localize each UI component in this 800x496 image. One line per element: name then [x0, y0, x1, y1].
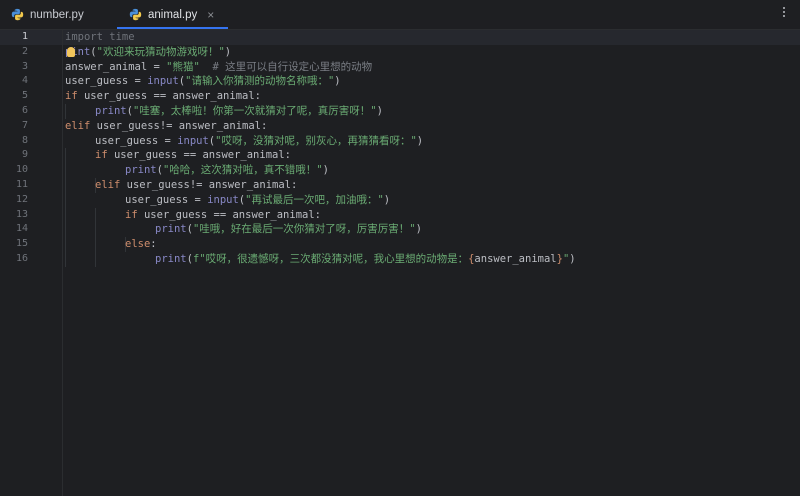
string-literal: "哎呀，没猜对呢，别灰心，再猜猜看呀：" [215, 134, 417, 147]
code-line-3[interactable]: answer_animal = "熊猫" # 这里可以自行设定心里想的动物 [65, 60, 372, 75]
code-line-8[interactable]: user_guess = input("哎呀，没猜对呢，别灰心，再猜猜看呀：") [95, 134, 423, 149]
paren: ) [224, 45, 232, 58]
line-number: 16 [15, 253, 28, 264]
code-line-5[interactable]: if user_guess == answer_animal: [65, 89, 261, 104]
editor-tab-bar: number.py animal.py × [0, 0, 800, 30]
code-line-1[interactable]: import time [65, 30, 135, 45]
tab-label: animal.py [148, 8, 198, 21]
string-literal: "请输入你猜测的动物名称哦：" [185, 75, 335, 88]
tab-animal-py[interactable]: animal.py × [117, 0, 229, 29]
code-line-2[interactable]: pint("欢迎来玩猜动物游戏呀！") [65, 45, 231, 60]
string-literal: "哇哦，好在最后一次你猜对了呀，厉害厉害！" [192, 223, 416, 236]
code-line-16[interactable]: print(f"哎呀，很遗憾呀，三次都没猜对呢，我心里想的动物是：{answer… [155, 252, 576, 267]
paren: ) [415, 223, 422, 236]
close-tab-icon[interactable]: × [207, 8, 214, 22]
code-line-6[interactable]: print("哇塞，太棒啦！你第一次就猜对了呢，真厉害呀！") [95, 104, 383, 119]
code-line-12[interactable]: user_guess = input("再试最后一次吧，加油哦：") [125, 193, 390, 208]
builtin: print [155, 223, 187, 236]
builtin: input [177, 134, 209, 147]
line-number: 1 [21, 31, 28, 42]
line-number: 7 [21, 119, 28, 131]
builtin: print [125, 164, 157, 177]
indent-guide [65, 104, 66, 119]
line-number: 4 [21, 75, 28, 87]
condition: user_guess!= answer_animal: [90, 119, 268, 132]
assignment: user_guess = [125, 193, 208, 206]
assignment: user_guess = [65, 75, 148, 88]
line-number: 3 [21, 60, 28, 72]
string-literal: "熊猫" [166, 60, 200, 73]
line-number-gutter[interactable]: 1 2 3 4 5 6 7 8 9 10 11 12 13 14 15 16 [0, 30, 63, 496]
keyword: elif [65, 119, 91, 132]
assignment: user_guess = [95, 134, 178, 147]
code-line-10[interactable]: print("哈哈，这次猜对啦，真不错哦！") [125, 163, 329, 178]
line-number: 12 [15, 193, 28, 205]
keyword: else [125, 238, 151, 251]
string-literal: "哈哈，这次猜对啦，真不错哦！" [162, 164, 323, 177]
more-options-icon[interactable] [783, 7, 786, 19]
builtin: print [155, 253, 187, 265]
fstring-expression: answer_animal [474, 253, 557, 265]
code-line-13[interactable]: if user_guess == answer_animal: [125, 208, 321, 223]
paren: ) [322, 164, 329, 177]
tab-number-py[interactable]: number.py [11, 0, 84, 29]
keyword: elif [95, 179, 121, 191]
condition: user_guess == answer_animal: [77, 90, 261, 103]
line-number: 14 [15, 223, 28, 235]
fstring-literal: f"哎呀，很遗憾呀，三次都没猜对呢，我心里想的动物是： [192, 253, 469, 265]
line-number: 5 [21, 90, 28, 102]
lightbulb-icon[interactable] [67, 46, 76, 57]
keyword: if [95, 149, 108, 162]
code-line-14[interactable]: print("哇哦，好在最后一次你猜对了呀，厉害厉害！") [155, 222, 422, 237]
line-number: 11 [15, 179, 28, 190]
python-file-icon [129, 8, 142, 21]
paren: ) [376, 105, 383, 117]
code-line-4[interactable]: user_guess = input("请输入你猜测的动物名称哦：") [65, 74, 341, 89]
builtin: input [147, 75, 179, 88]
string-literal: "再试最后一次吧，加油哦：" [245, 193, 384, 206]
line-number: 8 [21, 134, 28, 146]
indent-guide [95, 207, 96, 267]
code-line-15[interactable]: else: [125, 237, 157, 252]
line-number: 6 [21, 105, 28, 116]
condition: user_guess == answer_animal: [107, 149, 291, 162]
keyword: if [125, 208, 138, 221]
tab-label: number.py [30, 8, 84, 21]
paren: ) [383, 193, 391, 206]
code-line-11[interactable]: elif user_guess!= answer_animal: [95, 178, 297, 193]
condition: user_guess!= answer_animal: [120, 179, 298, 191]
paren: ) [334, 75, 341, 88]
indent-guide [65, 148, 66, 267]
code-editor[interactable]: 1 2 3 4 5 6 7 8 9 10 11 12 13 14 15 16 i… [0, 30, 800, 496]
code-line-9[interactable]: if user_guess == answer_animal: [95, 148, 291, 163]
keyword: if [65, 90, 78, 103]
condition: user_guess == answer_animal: [137, 208, 321, 221]
comment: # 这里可以自行设定心里想的动物 [199, 60, 373, 73]
line-number: 15 [15, 238, 28, 250]
builtin: print [95, 105, 127, 117]
import-statement: import time [65, 31, 135, 43]
line-number: 2 [21, 45, 28, 57]
string-literal: "欢迎来玩猜动物游戏呀！" [96, 45, 225, 58]
assignment: answer_animal = [65, 60, 167, 73]
line-number: 13 [15, 208, 28, 220]
colon: : [150, 238, 157, 251]
code-line-7[interactable]: elif user_guess!= answer_animal: [65, 119, 267, 134]
string-literal: "哇塞，太棒啦！你第一次就猜对了呢，真厉害呀！" [132, 105, 377, 117]
line-number: 9 [21, 149, 28, 161]
python-file-icon [11, 8, 24, 21]
line-number: 10 [15, 164, 28, 176]
paren: ) [416, 134, 424, 147]
paren: ) [569, 253, 576, 265]
active-tab-indicator [117, 27, 229, 29]
builtin: input [207, 193, 239, 206]
